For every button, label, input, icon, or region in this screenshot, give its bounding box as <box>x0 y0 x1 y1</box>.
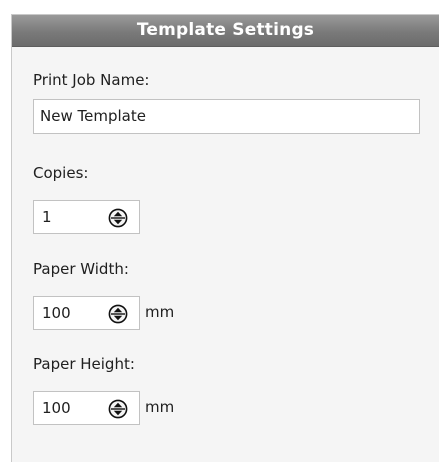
job-name-input[interactable]: New Template <box>33 99 420 134</box>
paper-height-unit: mm <box>145 398 175 416</box>
template-settings-panel: Template Settings Print Job Name: New Te… <box>11 14 439 462</box>
up-down-spinner-icon[interactable] <box>108 399 128 419</box>
paper-width-value[interactable]: 100 <box>42 297 71 329</box>
up-down-spinner-icon[interactable] <box>108 304 128 324</box>
paper-height-label: Paper Height: <box>33 355 135 373</box>
paper-height-value[interactable]: 100 <box>42 392 71 424</box>
copies-label: Copies: <box>33 164 89 182</box>
up-down-spinner-icon[interactable] <box>108 208 128 228</box>
paper-width-unit: mm <box>145 303 175 321</box>
paper-width-label: Paper Width: <box>33 260 129 278</box>
copies-spinner[interactable]: 1 <box>33 200 140 234</box>
job-name-label: Print Job Name: <box>33 71 150 89</box>
paper-width-spinner[interactable]: 100 <box>33 296 140 330</box>
paper-height-spinner[interactable]: 100 <box>33 391 140 425</box>
panel-title: Template Settings <box>12 15 439 47</box>
copies-value[interactable]: 1 <box>42 201 52 233</box>
